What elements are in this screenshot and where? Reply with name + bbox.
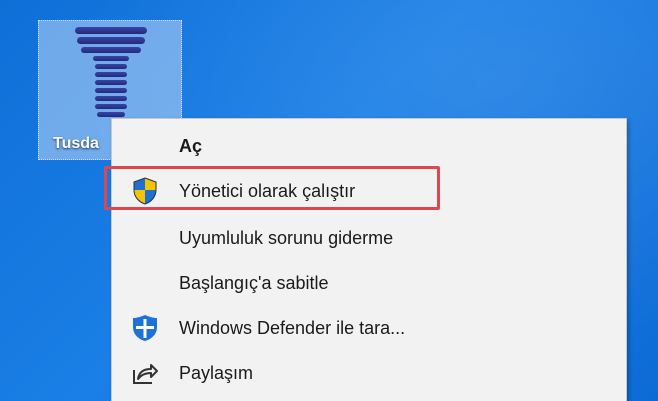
tusdata-app-icon bbox=[75, 27, 147, 117]
windows-defender-icon bbox=[133, 315, 157, 341]
menu-item-label: Windows Defender ile tara... bbox=[179, 317, 406, 338]
menu-item-scan-defender[interactable]: Windows Defender ile tara... bbox=[112, 307, 626, 349]
menu-item-pin-to-start[interactable]: Başlangıç'a sabitle bbox=[112, 262, 626, 304]
share-icon bbox=[133, 364, 158, 384]
menu-item-label: Aç bbox=[179, 135, 203, 156]
menu-item-share[interactable]: Paylaşım bbox=[112, 352, 626, 394]
highlight-box bbox=[104, 166, 440, 210]
context-menu: Aç Yönetici olarak çalıştır Uyumluluk so… bbox=[111, 118, 627, 401]
shortcut-label: Tusda bbox=[53, 135, 99, 152]
menu-item-label: Paylaşım bbox=[179, 362, 254, 383]
menu-item-label: Başlangıç'a sabitle bbox=[179, 272, 329, 293]
menu-item-troubleshoot-compatibility[interactable]: Uyumluluk sorunu giderme bbox=[112, 217, 626, 259]
menu-item-open[interactable]: Aç bbox=[112, 125, 626, 167]
menu-item-label: Uyumluluk sorunu giderme bbox=[179, 227, 394, 248]
